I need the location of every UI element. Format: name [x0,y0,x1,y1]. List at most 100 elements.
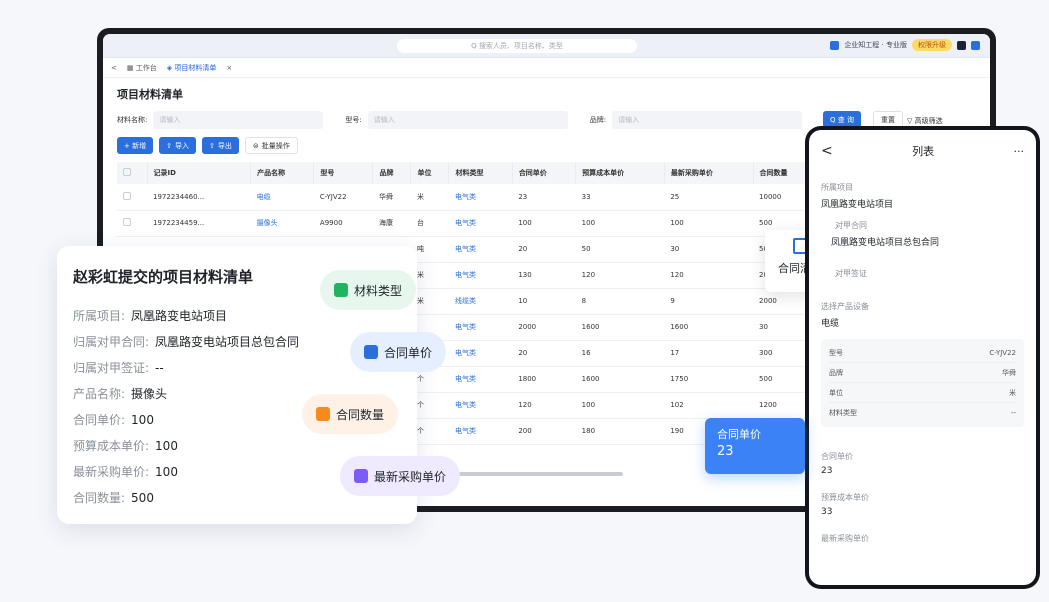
org-icon [830,40,840,50]
table-cell: 8 [575,288,665,315]
table-cell: 100 [575,210,665,237]
table-cell: 1750 [664,366,754,393]
back-icon[interactable]: < [821,143,833,159]
table-cell: 台 [410,210,449,237]
model-input[interactable]: 请输入 [367,111,568,129]
global-search-input[interactable]: Q 搜索人员、项目名称、类型 [397,39,637,53]
spec-key: 型号 [829,348,843,357]
upgrade-button[interactable]: 权限升级 [912,39,952,51]
tab-bar: < ▦ 工作台 ◈ 项目材料清单 × [103,58,990,78]
mobile-title: 列表 [912,145,935,158]
table-cell: 120 [575,262,665,289]
card-row: 预算成本单价: 100 [73,433,401,459]
more-icon[interactable]: ··· [1013,145,1024,158]
table-cell[interactable]: 摄像头 [250,210,314,237]
pill-contract-qty: 合同数量 [302,394,399,434]
card-value: 500 [131,491,154,505]
mobile-screen: < 列表 ··· 所属项目 凤凰路变电站项目 对甲合同 凤凰路变电站项目总包合同… [809,130,1036,585]
column-header: 品牌 [372,162,412,184]
add-button[interactable]: + 新增 [117,137,154,154]
column-header: 记录ID [147,162,252,184]
table-cell: 50 [575,236,665,263]
column-header: 产品名称 [250,162,315,184]
contract-label: 对甲合同 [835,221,867,230]
table-cell: 33 [575,184,665,211]
table-cell: 1972234459... [147,210,251,237]
table-cell: 100 [512,210,576,237]
contract-price-icon [364,345,378,359]
batch-button[interactable]: ⊜ 批量操作 [244,137,298,154]
card-key: 归属对甲合同: [73,335,150,349]
org-switcher[interactable]: 企业知工程 · 专业版 [844,40,907,50]
material-type-icon [334,283,348,297]
spec-box: 型号 C-YJV22 品牌 华舜 单位 米材料类型 -- [821,339,1024,427]
brand-input[interactable]: 请输入 [612,111,803,129]
top-bar: Q 搜索人员、项目名称、类型 企业知工程 · 专业版 权限升级 [103,34,990,58]
card-value: 凤凰路变电站项目总包合同 [155,335,300,349]
app-icon[interactable] [971,40,980,50]
table-cell: 20 [512,340,576,367]
table-row[interactable]: 1972234459... 摄像头 A9900 海康台电气类 100 100 100 500 [117,210,817,237]
card-value: 100 [155,465,178,479]
visa-label: 对甲签证 [835,269,867,278]
mobile-device: < 列表 ··· 所属项目 凤凰路变电站项目 对甲合同 凤凰路变电站项目总包合同… [805,126,1040,589]
table-row[interactable]: 1972234460... 电缆 C-YJV22 华舜米电气类 23 33 25 10000 [117,184,817,211]
card-key: 产品名称: [73,387,126,401]
project-value: 凤凰路变电站项目 [821,200,894,210]
budget-value: 33 [821,507,833,517]
back-icon[interactable]: < [111,64,117,72]
popup-label: 合同单价 [717,428,761,441]
table-cell: 电气类 [448,262,513,289]
contract-qty-icon [316,407,330,421]
table-cell: 电气类 [448,366,513,393]
table-cell: 100 [575,392,665,419]
table-cell: 电气类 [448,340,513,367]
tab-material-list[interactable]: ◈ 项目材料清单 [167,63,217,73]
material-name-input[interactable]: 请输入 [153,111,324,129]
advanced-filter[interactable]: ▽ 高级筛选 [907,116,943,126]
price-popup: 合同单价 23 [705,418,805,474]
card-value: -- [155,361,164,375]
export-button[interactable]: ⇧ 导出 [201,137,239,154]
table-cell: C-YJV22 [313,184,373,211]
card-value: 100 [155,439,178,453]
table-cell: 1600 [664,314,754,341]
tab-workbench[interactable]: ▦ 工作台 [127,63,157,73]
spec-value: C-YJV22 [989,348,1016,357]
spec-key: 单位 [829,388,843,397]
spec-row: 型号 C-YJV22 [829,343,1016,363]
card-key: 合同数量: [73,491,126,505]
table-cell: 17 [664,340,754,367]
device-value[interactable]: 电缆 [821,316,1024,329]
row-checkbox[interactable] [123,191,131,200]
import-button[interactable]: ⇧ 导入 [159,137,196,154]
spec-row: 品牌 华舜 [829,363,1016,383]
table-cell: 电气类 [448,314,513,341]
latest-price-label: 最新采购单价 [821,534,869,543]
row-checkbox-cell [117,184,147,211]
brand-label: 品牌: [589,116,607,124]
table-cell: 16 [575,340,665,367]
material-name-label: 材料名称: [117,116,148,124]
table-cell: 30 [664,236,754,263]
spec-value: -- [1010,409,1016,417]
table-cell: 130 [512,262,576,289]
close-tab-icon[interactable]: × [226,64,232,72]
card-key: 所属项目: [73,309,126,323]
table-cell: 电气类 [448,418,513,445]
row-checkbox-cell [117,210,147,237]
select-all-checkbox[interactable] [123,168,131,176]
table-cell[interactable]: 电缆 [250,184,314,211]
table-cell: A9900 [313,210,373,237]
budget-label: 预算成本单价 [821,493,869,502]
table-cell: 180 [575,418,665,445]
window-icon[interactable] [957,40,966,50]
row-checkbox[interactable] [123,218,131,226]
model-label: 型号: [345,116,362,124]
table-cell: 102 [664,392,754,419]
table-cell: 电气类 [448,392,513,419]
table-cell: 电气类 [448,184,513,211]
table-cell: 20 [512,236,576,263]
table-cell: 120 [512,392,576,419]
spec-key: 材料类型 [829,409,857,417]
